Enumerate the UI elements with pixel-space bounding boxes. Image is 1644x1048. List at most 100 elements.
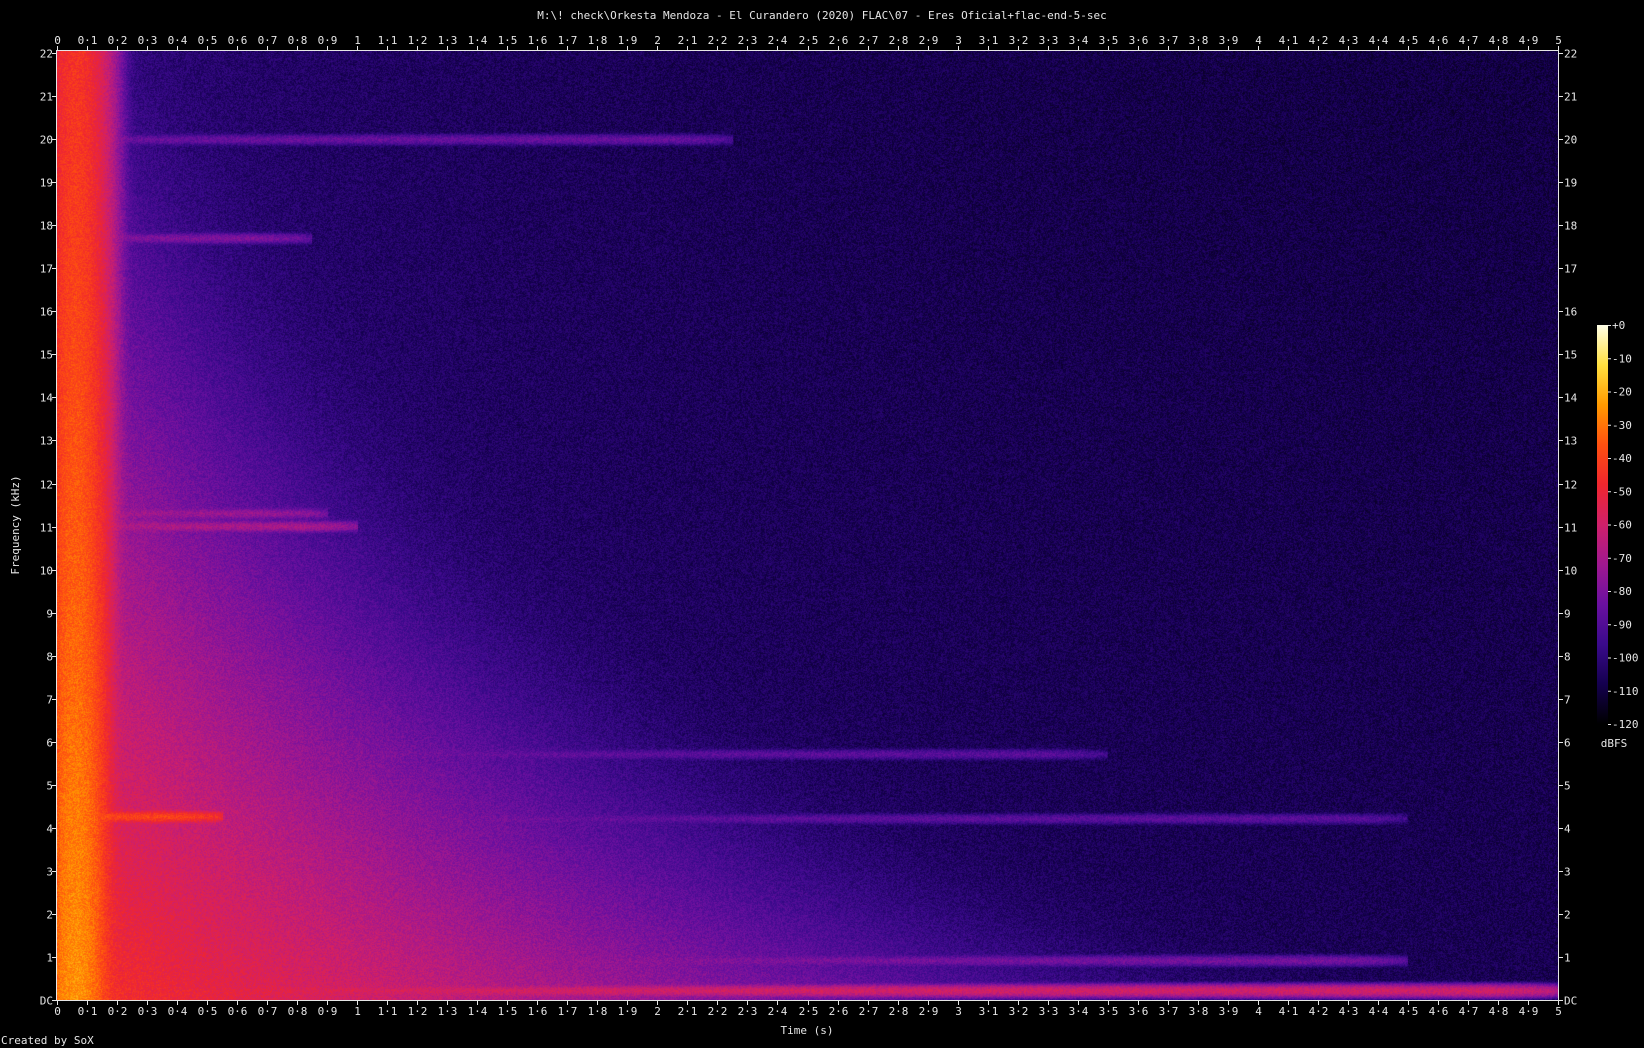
y-tick-label-left: 6 — [46, 737, 53, 750]
x-tick-label-top: 2·9 — [919, 34, 939, 47]
y-tick-label-left: 11 — [40, 522, 53, 535]
y-tick-label-left: 22 — [40, 48, 53, 61]
x-tick-label-top: 2·8 — [889, 34, 909, 47]
colorbar-tick-label: -120 — [1612, 718, 1639, 731]
y-tick-label-left: 3 — [46, 866, 53, 879]
y-tick-label-left: 4 — [46, 823, 53, 836]
y-tick-label-left: 9 — [46, 608, 53, 621]
x-tick-label-top: 2·5 — [799, 34, 819, 47]
colorbar-tick-label: -90 — [1612, 618, 1632, 631]
x-tick-label-top: 1·6 — [528, 34, 548, 47]
y-tick-label-left: 13 — [40, 435, 53, 448]
x-tick-label-top: 0·5 — [198, 34, 218, 47]
x-tick-label-top: 4·7 — [1459, 34, 1479, 47]
x-tick-label-bottom: 0·2 — [108, 1005, 128, 1018]
x-tick-label-bottom: 2·2 — [708, 1005, 728, 1018]
y-tick-label-left: 18 — [40, 220, 53, 233]
x-tick-label-top: 3·3 — [1039, 34, 1059, 47]
x-tick-label-top: 4·1 — [1279, 34, 1299, 47]
x-axis-label: Time (s) — [781, 1024, 834, 1037]
x-tick-label-top: 0·2 — [108, 34, 128, 47]
x-tick-label-bottom: 3·2 — [1009, 1005, 1029, 1018]
x-tick-label-bottom: 3·3 — [1039, 1005, 1059, 1018]
x-tick-label-bottom: 4·5 — [1399, 1005, 1419, 1018]
y-tick-label-right: 22 — [1564, 48, 1577, 61]
x-tick-label-bottom: 5 — [1555, 1005, 1562, 1018]
x-tick-label-top: 4·9 — [1519, 34, 1539, 47]
x-tick-label-top: 1·5 — [498, 34, 518, 47]
x-tick-label-bottom: 0 — [54, 1005, 61, 1018]
x-tick-label-top: 2·3 — [738, 34, 758, 47]
x-tick-label-top: 0·4 — [168, 34, 188, 47]
spectrogram-chart: 0 0·1 0·2 0·3 0·4 0·5 0·6 0·7 0·8 0·9 1 1·1 1·2 1·3 1·… — [9, 34, 1639, 1037]
x-tick-label-bottom: 4·1 — [1279, 1005, 1299, 1018]
x-tick-label-top: 2·7 — [859, 34, 879, 47]
x-tick-label-top: 1 — [354, 34, 361, 47]
x-tick-label-top: 0·6 — [228, 34, 248, 47]
y-tick-label-right: 10 — [1564, 565, 1577, 578]
x-tick-label-bottom: 2·7 — [859, 1005, 879, 1018]
y-tick-label-left: 19 — [40, 177, 53, 190]
y-tick-label-left: 16 — [40, 306, 53, 319]
y-tick-label-left: 2 — [46, 909, 53, 922]
x-tick-label-bottom: 3·8 — [1189, 1005, 1209, 1018]
x-tick-label-top: 4·8 — [1489, 34, 1509, 47]
y-tick-label-left: 14 — [40, 392, 54, 405]
y-tick-label-right: 19 — [1564, 177, 1577, 190]
y-tick-label-right: 1 — [1564, 952, 1571, 965]
x-tick-label-bottom: 0·5 — [198, 1005, 218, 1018]
y-tick-label-right: 2 — [1564, 909, 1571, 922]
y-tick-label-right: DC — [1564, 995, 1577, 1008]
y-tick-label-left: 17 — [40, 263, 53, 276]
x-tick-label-bottom: 3·1 — [979, 1005, 999, 1018]
x-tick-label-bottom: 1·3 — [438, 1005, 458, 1018]
x-tick-label-top: 2·6 — [829, 34, 849, 47]
x-tick-label-top: 4·2 — [1309, 34, 1329, 47]
y-tick-label-left: 15 — [40, 349, 53, 362]
colorbar-tick-label: -60 — [1612, 519, 1632, 532]
y-tick-label-left: 7 — [46, 694, 53, 707]
x-tick-label-top: 1·8 — [588, 34, 608, 47]
colorbar-tick-label: -20 — [1612, 386, 1632, 399]
colorbar-tick-label: -70 — [1612, 552, 1632, 565]
x-tick-label-bottom: 0·4 — [168, 1005, 188, 1018]
x-tick-label-top: 0·1 — [78, 34, 98, 47]
y-tick-label-left: 21 — [40, 91, 53, 104]
x-tick-label-bottom: 2·1 — [678, 1005, 698, 1018]
x-tick-label-bottom: 2·9 — [919, 1005, 939, 1018]
y-tick-label-left: 12 — [40, 479, 53, 492]
x-tick-label-bottom: 1·5 — [498, 1005, 518, 1018]
x-tick-label-bottom: 2 — [654, 1005, 661, 1018]
y-tick-label-right: 17 — [1564, 263, 1577, 276]
x-tick-label-bottom: 0·7 — [258, 1005, 278, 1018]
x-tick-label-bottom: 2·5 — [799, 1005, 819, 1018]
y-tick-label-right: 12 — [1564, 479, 1577, 492]
x-tick-label-top: 0 — [54, 34, 61, 47]
x-tick-label-bottom: 0·1 — [78, 1005, 98, 1018]
x-tick-label-top: 2 — [654, 34, 661, 47]
y-tick-label-left: 8 — [46, 651, 53, 664]
y-tick-label-right: 14 — [1564, 392, 1578, 405]
spectrogram-plot-area — [57, 51, 1558, 1000]
x-tick-label-bottom: 3·6 — [1129, 1005, 1149, 1018]
x-tick-label-top: 0·9 — [318, 34, 338, 47]
x-tick-label-top: 3·6 — [1129, 34, 1149, 47]
x-tick-label-top: 1·3 — [438, 34, 458, 47]
x-tick-label-bottom: 1·9 — [618, 1005, 638, 1018]
y-tick-label-right: 21 — [1564, 91, 1577, 104]
x-tick-label-bottom: 1·2 — [408, 1005, 428, 1018]
y-tick-label-right: 8 — [1564, 651, 1571, 664]
x-tick-label-top: 1·9 — [618, 34, 638, 47]
x-tick-label-top: 5 — [1555, 34, 1562, 47]
y-tick-label-right: 11 — [1564, 522, 1577, 535]
x-tick-label-bottom: 4·4 — [1369, 1005, 1389, 1018]
x-tick-label-bottom: 2·8 — [889, 1005, 909, 1018]
y-tick-label-right: 4 — [1564, 823, 1571, 836]
x-tick-label-bottom: 2·6 — [829, 1005, 849, 1018]
y-tick-label-right: 18 — [1564, 220, 1577, 233]
x-tick-label-bottom: 3·7 — [1159, 1005, 1179, 1018]
footer-credit: Created by SoX — [1, 1034, 94, 1047]
x-tick-label-bottom: 3·5 — [1099, 1005, 1119, 1018]
x-tick-label-bottom: 3 — [955, 1005, 962, 1018]
y-tick-label-left: 1 — [46, 952, 53, 965]
